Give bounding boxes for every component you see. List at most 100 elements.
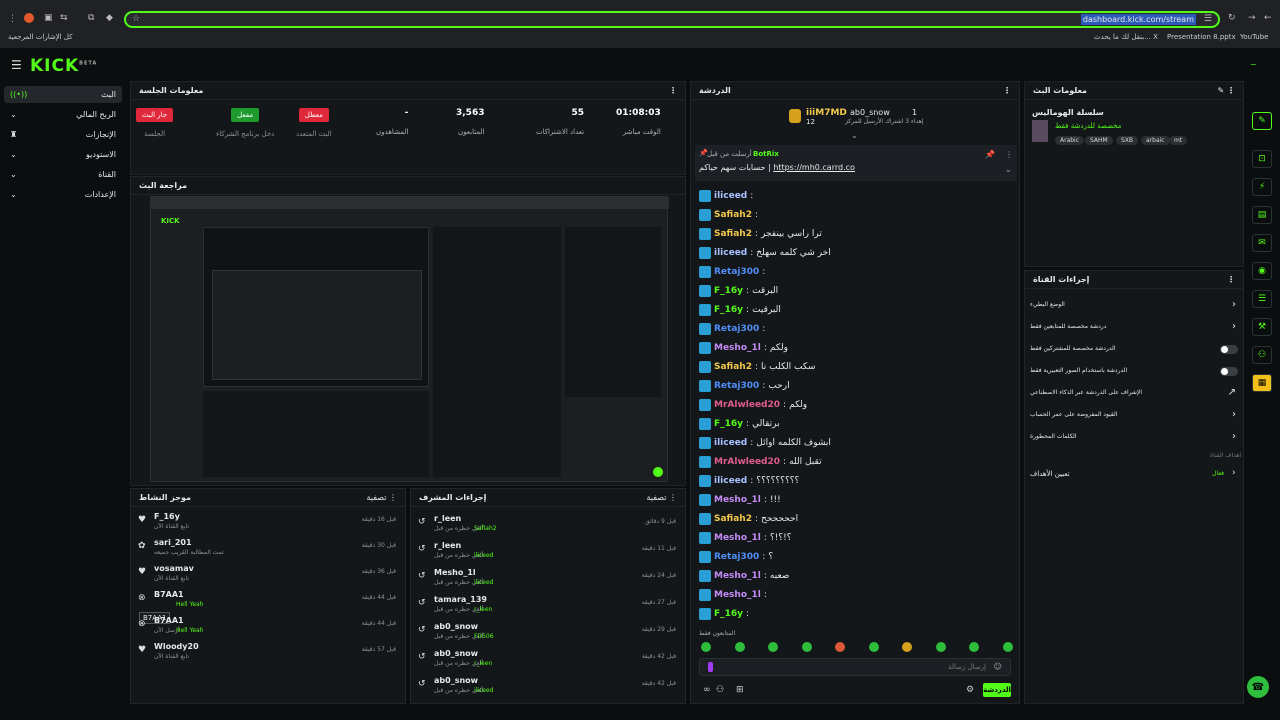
extension-icon[interactable]: ⇆ <box>60 13 68 23</box>
mod-by-user[interactable]: r_leen <box>474 606 492 613</box>
emoji-picker-icon[interactable]: ☺ <box>994 662 1002 671</box>
chat-input[interactable]: إرسال رسالة ☺ <box>699 658 1011 676</box>
set-goals-label[interactable]: تعيين الأهداف <box>1030 470 1070 478</box>
chevron-right-icon[interactable]: › <box>1232 468 1236 478</box>
more-options-icon[interactable]: ⋮ <box>389 493 397 502</box>
quick-emoji[interactable] <box>734 642 745 652</box>
chat-username[interactable]: Retaj300 <box>714 267 759 277</box>
chat-message[interactable]: iliceed: اخر شي كلمه سهلخ <box>699 245 831 261</box>
chat-username[interactable]: MrAlwleed20 <box>714 400 780 410</box>
chat-message[interactable]: Retaj300: <box>699 264 768 280</box>
chat-username[interactable]: Mesho_1l <box>714 533 761 543</box>
bookmark-news[interactable]: بنقل لك ما يحدث... X <box>1094 33 1158 41</box>
stream-video-player[interactable]: KICK <box>150 196 669 482</box>
quick-emoji[interactable] <box>1002 642 1013 652</box>
tag-chip[interactable]: mt <box>1169 136 1188 145</box>
quick-emoji[interactable] <box>768 642 778 652</box>
kick-logo[interactable]: KICKBETA <box>30 56 97 76</box>
chat-username[interactable]: Mesho_1l <box>714 495 761 505</box>
tab-icon[interactable]: ▣ <box>44 13 53 23</box>
mod-target-user[interactable]: Mesho_1l <box>434 568 476 577</box>
tag-chip[interactable]: SAHM <box>1085 136 1113 145</box>
chat-message[interactable]: Safiah2: سكب الكلب نا <box>699 359 815 375</box>
site-settings-icon[interactable]: ☰ <box>1204 14 1212 24</box>
channel-action-item[interactable]: دردشة مخصصة للمتابعين فقط › <box>1030 320 1240 336</box>
chat-username[interactable]: Retaj300 <box>714 552 759 562</box>
list-item[interactable]: ↺ r_leen ألغي حظره من قبل iliceed قبل 11 دقي… <box>416 541 680 565</box>
chat-username[interactable]: iliceed <box>714 191 747 201</box>
channel-action-item[interactable]: الدردشة باستخدام الصور التعبيرية فقط <box>1030 364 1240 380</box>
more-options-icon[interactable]: ⋮ <box>1227 275 1235 284</box>
mod-target-user[interactable]: tamara_139 <box>434 595 487 604</box>
chat-message[interactable]: Retaj300: ارحب <box>699 378 790 394</box>
chat-message[interactable]: Mesho_1l: <box>699 587 770 603</box>
top-gifter-name[interactable]: iiiM7MD <box>806 108 847 118</box>
chat-username[interactable]: F_16y <box>714 419 743 429</box>
back-icon[interactable]: ← <box>1264 13 1272 23</box>
toggle-switch[interactable] <box>1220 345 1238 354</box>
unpin-icon[interactable]: 📌 <box>985 150 995 159</box>
list-item[interactable]: ↺ Mesho_1l ألغي حظره من قبل iliceed قبل 24 د… <box>416 568 680 592</box>
mod-by-user[interactable]: FD506 <box>474 633 494 640</box>
chat-username[interactable]: iliceed <box>714 438 747 448</box>
chat-username[interactable]: F_16y <box>714 286 743 296</box>
mod-by-user[interactable]: iliceed <box>474 552 494 559</box>
sidebar-item-studio[interactable]: ⌄ الاستوديو <box>4 146 122 163</box>
quick-emoji[interactable] <box>701 642 711 652</box>
chat-username[interactable]: F_16y <box>714 305 743 315</box>
filter-button[interactable]: تصفية <box>647 493 667 502</box>
chat-message[interactable]: iliceed: ابشوف الكلمه اوائل <box>699 435 831 451</box>
sidebar-item-monetization[interactable]: ⌄ الربح المالي <box>4 106 122 123</box>
chat-settings-icon[interactable]: ⚙ <box>966 685 974 695</box>
chat-message[interactable]: Retaj300: ؟ <box>699 549 773 565</box>
chat-username[interactable]: Retaj300 <box>714 381 759 391</box>
category-name[interactable]: مخصصة للدردشة فقط <box>1055 122 1121 130</box>
user-avatar-icon[interactable]: ~ <box>1250 60 1257 69</box>
chat-message[interactable]: MrAlwleed20: تقبل الله <box>699 454 822 470</box>
chat-message[interactable]: F_16y: البرقيت <box>699 302 781 318</box>
more-options-icon[interactable]: ⋮ <box>669 493 677 502</box>
pinned-link[interactable]: https://mh0.carrd.co <box>773 163 855 172</box>
tag-chip[interactable]: Arabic <box>1055 136 1085 145</box>
chat-username[interactable]: Safiah2 <box>714 362 752 372</box>
tag-chip[interactable]: SXB <box>1116 136 1139 145</box>
points-icon[interactable]: ∞ <box>703 685 711 695</box>
mod-target-user[interactable]: r_leen <box>434 514 461 523</box>
list-item[interactable]: ♥ vosamav تابع القناة الآن قبل 36 دقيقة <box>136 564 400 588</box>
list-item[interactable]: ⊗ B7AA1 أرسل الآن Hell Yeah قبل 44 دقيقة <box>136 616 400 640</box>
address-bar[interactable]: ☆ dashboard.kick.com/stream ☰ <box>124 11 1220 28</box>
mod-target-user[interactable]: ab0_snow <box>434 649 478 658</box>
chat-message[interactable]: F_16y: <box>699 606 752 622</box>
chat-message[interactable]: Retaj300: <box>699 321 768 337</box>
chat-message[interactable]: Safiah2: ترا راسي بينفجر <box>699 226 822 242</box>
list-item[interactable]: ↺ ab0_snow ألغي حظره من قبل r_leen قبل 42 دق… <box>416 649 680 673</box>
channel-action-item[interactable]: الوضع البطيء › <box>1030 298 1240 314</box>
edit-icon[interactable]: ✎ <box>1218 86 1225 95</box>
more-options-icon[interactable]: ⋮ <box>1227 86 1235 95</box>
chat-username[interactable]: Mesho_1l <box>714 590 761 600</box>
chevron-right-icon[interactable]: › <box>1232 431 1236 442</box>
chat-rail-icon[interactable]: ✉ <box>1252 234 1272 252</box>
chevron-right-icon[interactable]: › <box>1232 321 1236 332</box>
mod-target-user[interactable]: ab0_snow <box>434 622 478 631</box>
chat-username[interactable]: Safiah2 <box>714 514 752 524</box>
list-item[interactable]: ⊗ B7AA1 Hell Yeah قبل 44 دقيقة <box>136 590 400 614</box>
sidebar-item-settings[interactable]: ⌄ الإعدادات <box>4 186 122 203</box>
mod-target-user[interactable]: ab0_snow <box>434 676 478 685</box>
chat-username[interactable]: iliceed <box>714 248 747 258</box>
share-icon[interactable]: ⚇ <box>716 685 724 695</box>
filter-button[interactable]: تصفية <box>367 493 387 502</box>
list-item[interactable]: ↺ tamara_139 ألغي حظره من قبل r_leen قبل 27 … <box>416 595 680 619</box>
pinned-user[interactable]: BotRix <box>753 150 779 158</box>
preview-rail-icon[interactable]: ⊡ <box>1252 150 1272 168</box>
mod-target-user[interactable]: r_leen <box>434 541 461 550</box>
chat-username[interactable]: Retaj300 <box>714 324 759 334</box>
quick-emoji[interactable] <box>969 642 979 652</box>
activity-user[interactable]: B7AA1 <box>154 590 184 599</box>
activity-user[interactable]: F_16y <box>154 512 180 521</box>
chevron-right-icon[interactable]: › <box>1232 299 1236 310</box>
chat-message[interactable]: F_16y: البرقت <box>699 283 778 299</box>
star-icon[interactable]: ☆ <box>132 14 140 24</box>
edit-rail-icon[interactable]: ✎ <box>1252 112 1272 130</box>
chevron-right-icon[interactable]: › <box>1232 409 1236 420</box>
